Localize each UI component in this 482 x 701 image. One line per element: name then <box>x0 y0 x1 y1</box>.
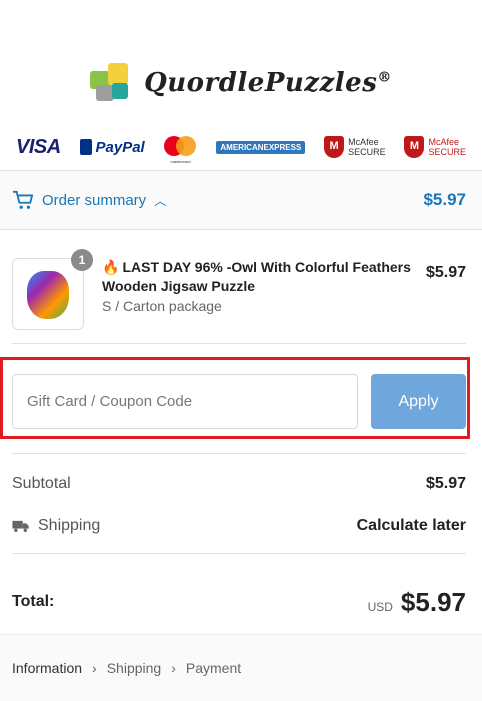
chevron-right-icon: › <box>171 660 176 676</box>
visa-logo: VISA <box>16 135 61 158</box>
shipping-label: Shipping <box>38 517 101 534</box>
truck-icon <box>12 520 29 532</box>
order-summary-bar: Order summary ︿ $5.97 <box>0 170 482 230</box>
apply-coupon-button[interactable]: Apply <box>371 374 466 429</box>
mastercard-logo: mastercard <box>163 134 198 164</box>
puzzle-logo-icon <box>90 62 134 103</box>
breadcrumb-payment: Payment <box>185 660 242 676</box>
cart-item: 1 🔥 LAST DAY 96% -Owl With Colorful Feath… <box>12 249 466 330</box>
product-price: $5.97 <box>425 264 466 281</box>
subtotal-row: Subtotal $5.97 <box>12 472 466 496</box>
brand-logo[interactable]: QuordlePuzzles® <box>90 62 392 103</box>
chevron-right-icon: › <box>92 660 97 676</box>
shipping-row: Shipping Calculate later <box>12 514 466 538</box>
checkout-breadcrumb: Information › Shipping › Payment <box>0 634 482 701</box>
subtotal-value: $5.97 <box>425 475 466 492</box>
brand-name: QuordlePuzzles® <box>144 67 392 98</box>
subtotal-label: Subtotal <box>12 475 71 492</box>
amex-logo: AMERICAN EXPRESS <box>216 140 306 154</box>
order-summary-toggle[interactable]: Order summary ︿ <box>12 190 166 210</box>
total-value: $5.97 <box>400 586 466 617</box>
order-summary-label: Order summary <box>42 191 147 209</box>
payment-methods: VISA PayPal mastercard AMERICAN EXPRESS M… <box>0 125 482 169</box>
owl-puzzle-image <box>27 271 69 319</box>
product-name: 🔥 LAST DAY 96% -Owl With Colorful Feather… <box>102 259 411 294</box>
cart-icon <box>12 190 34 209</box>
shipping-value: Calculate later <box>356 517 466 534</box>
chevron-up-icon: ︿ <box>154 193 167 208</box>
quantity-badge: 1 <box>71 249 93 271</box>
mcafee-secure-logo: M McAfee SECURE <box>324 136 386 158</box>
fire-icon: 🔥 <box>102 259 120 275</box>
divider <box>12 553 466 554</box>
product-variant: S / Carton package <box>102 298 222 314</box>
breadcrumb-information[interactable]: Information <box>12 660 82 676</box>
total-row: Total: USD $5.97 <box>12 584 466 620</box>
total-label: Total: <box>12 593 55 610</box>
breadcrumb-shipping: Shipping <box>106 660 162 676</box>
coupon-code-input[interactable] <box>12 374 358 429</box>
header: QuordlePuzzles® <box>0 0 482 125</box>
currency-code: USD <box>367 599 393 614</box>
divider <box>12 343 466 344</box>
product-thumbnail: 1 <box>12 249 93 330</box>
paypal-logo: PayPal <box>79 139 145 156</box>
summary-total: $5.97 <box>423 190 466 209</box>
divider <box>12 453 466 454</box>
mcafee-secure-logo-2: M McAfee SECURE <box>404 136 466 158</box>
